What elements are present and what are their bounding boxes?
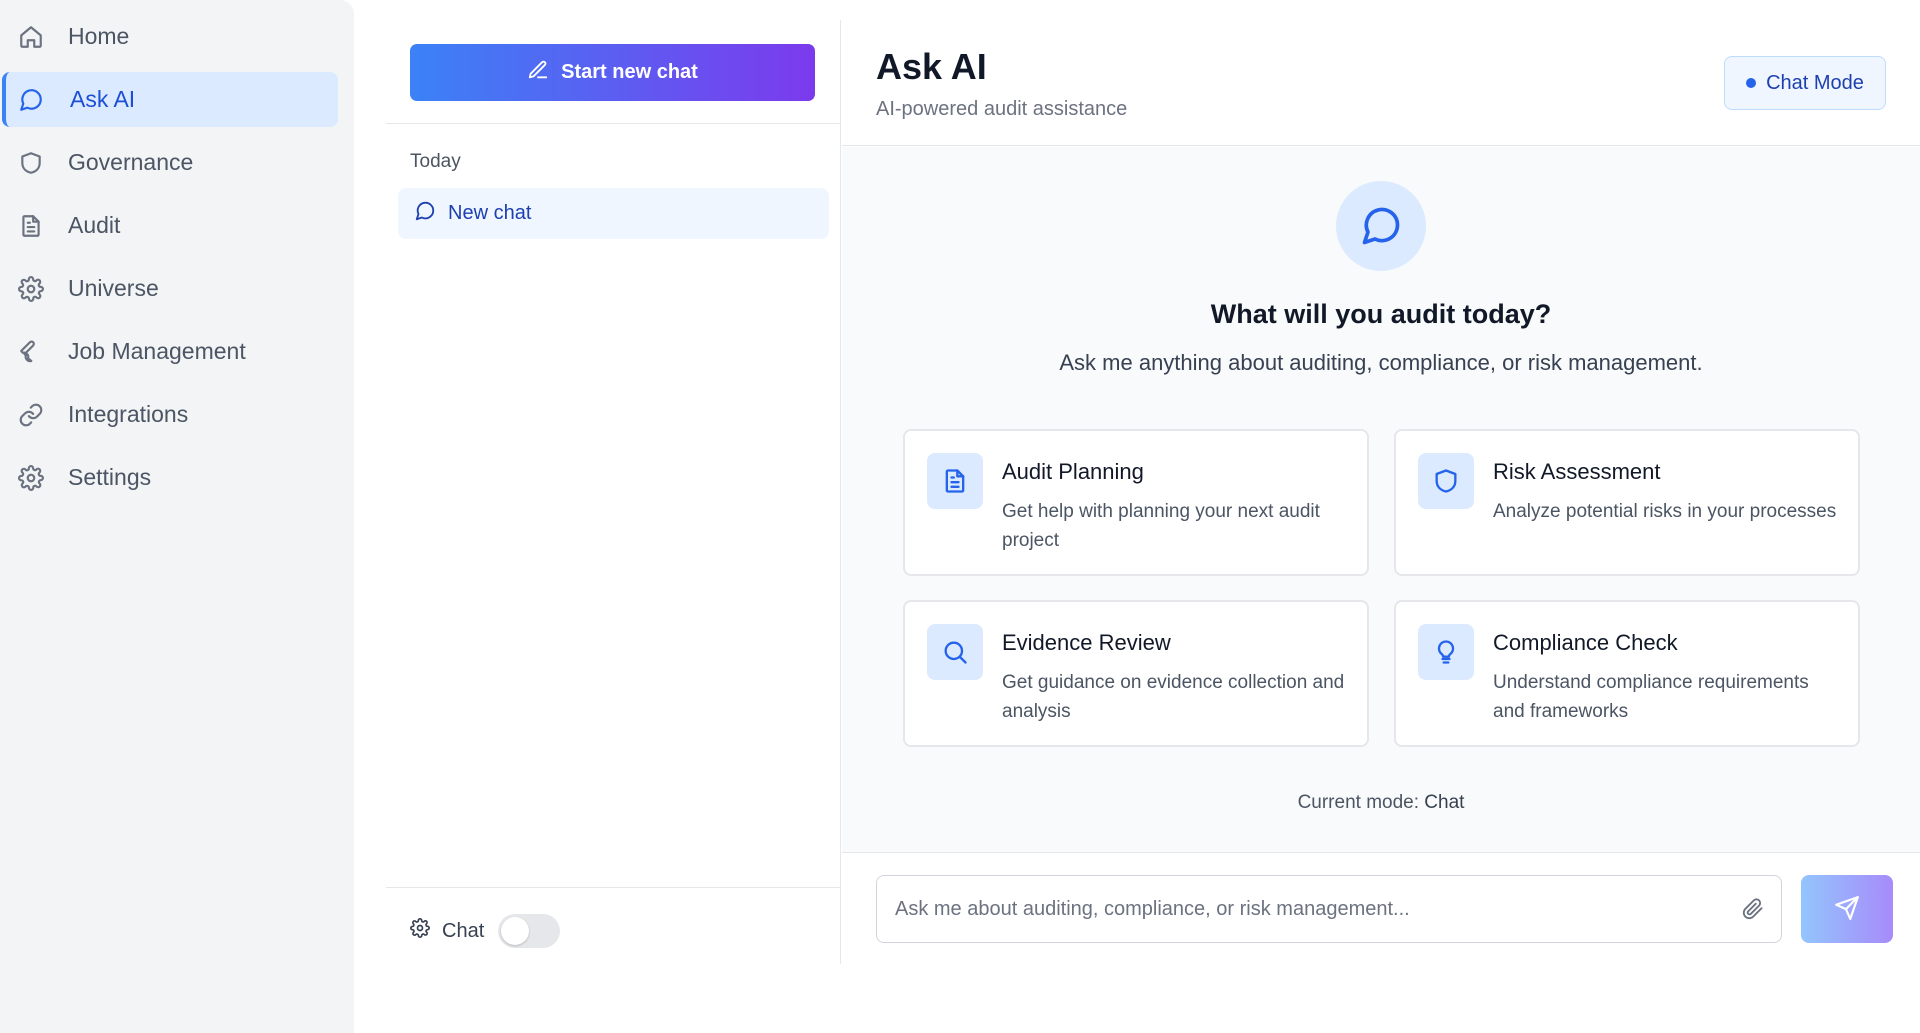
shield-icon [1418, 453, 1474, 509]
mode-toggle-row: Chat [410, 914, 561, 948]
gear-icon [18, 275, 60, 303]
sidebar-item-label: Governance [68, 149, 194, 175]
card-description: Understand compliance requirements and f… [1493, 672, 1809, 722]
document-icon [927, 453, 983, 509]
card-description: Analyze potential risks in your processe… [1493, 501, 1837, 522]
start-new-chat-label: Start new chat [561, 61, 698, 83]
paperclip-icon[interactable] [1738, 893, 1768, 925]
mode-badge-label: Chat Mode [1766, 71, 1864, 94]
message-input[interactable] [876, 875, 1782, 943]
divider [386, 123, 841, 124]
status-dot [1746, 78, 1757, 88]
chat-group-label: Today [410, 151, 461, 172]
sidebar-item-label: Job Management [68, 338, 246, 364]
suggestion-card-audit-planning[interactable]: Audit Planning Get help with planning yo… [903, 429, 1369, 576]
page-title: Ask AI [876, 46, 987, 87]
welcome-subtitle: Ask me anything about auditing, complian… [1059, 350, 1703, 375]
card-title: Risk Assessment [1493, 459, 1661, 484]
divider [386, 887, 841, 888]
chat-history-panel: Start new chat Today New chat Chat [386, 20, 841, 964]
wrench-icon [18, 338, 60, 366]
card-description: Get help with planning your next audit p… [1002, 501, 1320, 551]
card-title: Compliance Check [1493, 630, 1678, 655]
mode-toggle[interactable] [498, 914, 561, 948]
gear-icon [410, 918, 430, 944]
send-button[interactable] [1801, 875, 1893, 943]
suggestion-card-compliance-check[interactable]: Compliance Check Understand compliance r… [1394, 600, 1860, 747]
welcome-title: What will you audit today? [1210, 299, 1552, 329]
sidebar-item-home[interactable]: Home [8, 9, 338, 64]
message-circle-icon [18, 86, 60, 114]
card-title: Evidence Review [1002, 630, 1171, 655]
lightbulb-icon [1418, 624, 1474, 680]
main-header: Ask AI AI-powered audit assistance Chat … [842, 20, 1920, 146]
suggestion-card-evidence-review[interactable]: Evidence Review Get guidance on evidence… [903, 600, 1369, 747]
home-icon [18, 23, 60, 51]
sidebar-item-job-management[interactable]: Job Management [8, 324, 338, 379]
start-new-chat-button[interactable]: Start new chat [410, 44, 815, 101]
sidebar-item-label: Integrations [68, 401, 189, 427]
current-mode-indicator: Current mode: Chat [842, 792, 1920, 814]
sidebar-item-label: Universe [68, 275, 159, 301]
sidebar-item-integrations[interactable]: Integrations [8, 387, 338, 442]
sidebar-item-settings[interactable]: Settings [8, 450, 338, 505]
welcome-area: What will you audit today? Ask me anythi… [842, 147, 1920, 852]
chat-mode-badge[interactable]: Chat Mode [1724, 56, 1886, 110]
card-description: Get guidance on evidence collection and … [1002, 672, 1345, 722]
sidebar-item-audit[interactable]: Audit [8, 198, 338, 253]
current-mode-prefix: Current mode: [1297, 792, 1420, 813]
sidebar: Home Ask AI Governance Audit Universe Jo… [0, 0, 354, 1033]
file-text-icon [18, 212, 60, 240]
sidebar-item-ask-ai[interactable]: Ask AI [2, 72, 338, 127]
message-circle-icon [1336, 181, 1426, 271]
search-icon [927, 624, 983, 680]
shield-icon [18, 149, 60, 177]
card-title: Audit Planning [1002, 459, 1144, 484]
sidebar-item-label: Audit [68, 212, 121, 238]
chat-list-item[interactable]: New chat [398, 188, 829, 239]
main-area: Ask AI AI-powered audit assistance Chat … [842, 20, 1920, 964]
page-subtitle: AI-powered audit assistance [876, 98, 1128, 120]
mode-toggle-label: Chat [442, 919, 485, 942]
link-icon [18, 401, 60, 429]
sidebar-item-governance[interactable]: Governance [8, 135, 338, 190]
sidebar-item-universe[interactable]: Universe [8, 261, 338, 316]
message-composer [842, 852, 1920, 964]
current-mode-value: Chat [1424, 792, 1465, 813]
send-icon [1834, 895, 1860, 924]
sidebar-item-label: Settings [68, 464, 152, 490]
sidebar-item-label: Home [68, 23, 130, 49]
gear-icon [18, 464, 60, 492]
pencil-icon [527, 59, 549, 87]
sidebar-item-label: Ask AI [70, 86, 136, 112]
message-circle-icon [414, 200, 436, 228]
chat-list-item-label: New chat [448, 202, 532, 224]
toggle-knob [501, 917, 530, 945]
suggestion-card-risk-assessment[interactable]: Risk Assessment Analyze potential risks … [1394, 429, 1860, 576]
